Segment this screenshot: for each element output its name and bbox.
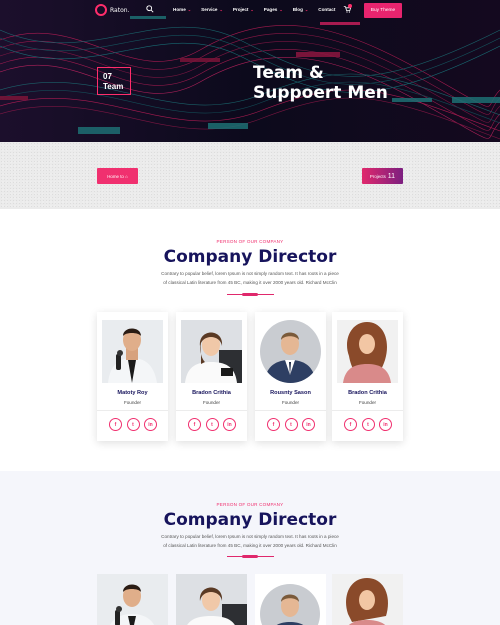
- cart-count-badge: [348, 4, 352, 8]
- chevron-down-icon: ⌄: [250, 7, 254, 12]
- chevron-down-icon: ⌄: [219, 7, 223, 12]
- top-navigation: Raton. Home ⌄ Service ⌄ Project ⌄ Pages ⌄ Bl…: [0, 0, 500, 22]
- linkedin-icon[interactable]: in: [302, 418, 315, 431]
- search-icon[interactable]: [146, 5, 154, 13]
- section-divider: [227, 293, 274, 296]
- hero-banner: Raton. Home ⌄ Service ⌄ Project ⌄ Pages ⌄ Bl…: [0, 0, 500, 142]
- team-card-photo[interactable]: [176, 574, 247, 625]
- social-links: f t in: [109, 418, 157, 431]
- member-role: Founder: [358, 400, 377, 405]
- chevron-down-icon: ⌄: [187, 7, 192, 12]
- projects-count: 11: [387, 172, 396, 180]
- projects-button[interactable]: Projects 11: [362, 168, 403, 184]
- member-role: Founder: [123, 400, 142, 405]
- chevron-down-icon: ⌄: [304, 7, 309, 12]
- team-section-alt: PERSON OF OUR COMPANY Company Director C…: [0, 471, 500, 625]
- facebook-icon[interactable]: f: [188, 418, 201, 431]
- linkedin-icon[interactable]: in: [223, 418, 236, 431]
- team-member-photo: [337, 320, 398, 383]
- badge-number: 07: [103, 72, 112, 81]
- badge-label: Team: [103, 82, 124, 91]
- section-divider: [227, 555, 274, 558]
- social-links: f t in: [267, 418, 315, 431]
- home-breadcrumb-button[interactable]: Home to ⌂: [97, 168, 138, 184]
- section-title: Company Director: [163, 510, 337, 530]
- site-logo[interactable]: Raton.: [95, 4, 129, 16]
- member-name: Matoty Roy: [117, 390, 148, 396]
- facebook-icon[interactable]: f: [344, 418, 357, 431]
- card-divider: [255, 410, 326, 411]
- card-divider: [97, 410, 168, 411]
- facebook-icon[interactable]: f: [109, 418, 122, 431]
- team-card[interactable]: Rousnty Sason Founder f t in: [255, 312, 326, 441]
- team-card[interactable]: Bradon Crithia Founder f t in: [332, 312, 403, 441]
- social-links: f t in: [344, 418, 392, 431]
- chevron-down-icon: ⌄: [279, 7, 283, 12]
- member-name: Bradon Crithia: [348, 390, 387, 396]
- twitter-icon[interactable]: t: [205, 418, 219, 431]
- main-menu: Home ⌄ Service ⌄ Project ⌄ Pages ⌄ Blog ⌄ Con…: [173, 7, 345, 12]
- facebook-icon[interactable]: f: [267, 418, 280, 431]
- team-member-photo: [102, 320, 163, 383]
- team-card[interactable]: Bradon Crithia Founder f t in: [176, 312, 247, 441]
- team-member-photo: [181, 320, 242, 383]
- twitter-icon[interactable]: t: [284, 418, 298, 431]
- menu-item-contact[interactable]: Contact: [318, 7, 335, 12]
- linkedin-icon[interactable]: in: [379, 418, 392, 431]
- logo-ring-icon: [95, 4, 107, 16]
- card-divider: [176, 410, 247, 411]
- team-section: PERSON OF OUR COMPANY Company Director C…: [0, 209, 500, 471]
- team-card-photo[interactable]: [97, 574, 168, 625]
- section-description: Contrary to popular belief, lorem Ipsum …: [161, 534, 339, 548]
- section-title: Company Director: [163, 247, 337, 267]
- team-card[interactable]: Matoty Roy Founder f t in: [97, 312, 168, 441]
- member-role: Founder: [281, 400, 300, 405]
- twitter-icon[interactable]: t: [126, 418, 140, 431]
- linkedin-icon[interactable]: in: [144, 418, 157, 431]
- menu-item-blog[interactable]: Blog ⌄: [293, 7, 309, 12]
- section-description: Contrary to popular belief, lorem Ipsum …: [161, 271, 339, 285]
- menu-item-pages[interactable]: Pages ⌄: [264, 7, 283, 12]
- card-divider: [332, 410, 403, 411]
- team-card-photo[interactable]: [255, 574, 326, 625]
- breadcrumb-band: [0, 142, 500, 209]
- section-kicker: PERSON OF OUR COMPANY: [216, 239, 284, 244]
- social-links: f t in: [188, 418, 236, 431]
- team-member-photo: [260, 320, 321, 383]
- member-name: Rousnty Sason: [270, 390, 311, 396]
- menu-item-service[interactable]: Service ⌄: [201, 7, 223, 12]
- menu-item-home[interactable]: Home ⌄: [173, 7, 191, 12]
- buy-theme-button[interactable]: Buy Theme: [364, 3, 402, 18]
- twitter-icon[interactable]: t: [361, 418, 375, 431]
- member-name: Bradon Crithia: [192, 390, 231, 396]
- team-card-photo[interactable]: [332, 574, 403, 625]
- hero-title: Team & Suppoert Men: [253, 63, 388, 103]
- member-role: Founder: [202, 400, 221, 405]
- section-kicker: PERSON OF OUR COMPANY: [216, 502, 284, 507]
- menu-item-project[interactable]: Project ⌄: [233, 7, 254, 12]
- logo-text: Raton.: [110, 6, 130, 14]
- hero-number-badge: 07 Team: [97, 67, 131, 95]
